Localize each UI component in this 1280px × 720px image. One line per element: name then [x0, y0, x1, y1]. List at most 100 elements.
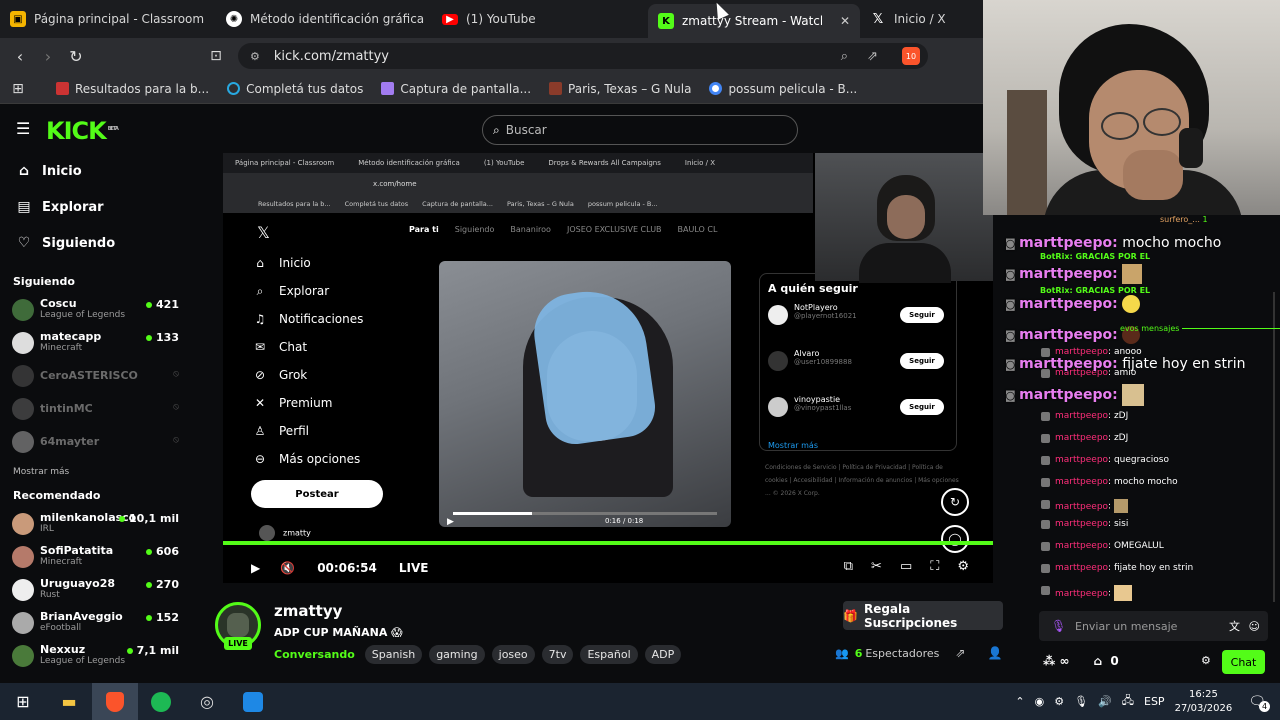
channel-tintinmc[interactable]: tintinMC ⦸ [0, 393, 193, 426]
pip-icon[interactable]: ⧉ [844, 559, 853, 574]
settings-icon[interactable]: ⚙ [957, 559, 969, 574]
kick-logo[interactable]: KICK BETA [46, 117, 119, 145]
apps-grid-icon[interactable]: ⊞ [0, 81, 36, 97]
gift-subs-button[interactable]: 🎁 Regala Suscripciones [843, 601, 1003, 630]
tag-chip[interactable]: 7tv [541, 645, 574, 664]
streamer-name[interactable]: zmattyy [274, 602, 342, 620]
channel-nexxuz[interactable]: Nexxuz League of Legends 7,1 mil [0, 640, 193, 673]
send-chat-button[interactable]: Chat [1222, 650, 1265, 674]
tag-chip[interactable]: joseo [491, 645, 535, 664]
chat-message: marttpeepo: zDJ [1041, 433, 1128, 443]
channel-matecapp[interactable]: matecapp Minecraft 133 [0, 327, 193, 360]
chat-settings-icon[interactable]: ⚙ [1201, 654, 1211, 667]
channel-sofipatatita[interactable]: SofiPatatita Minecraft 606 [0, 541, 193, 574]
sidebar-item-inicio[interactable]: ⌂ Inicio [0, 153, 193, 189]
steam-icon[interactable]: ⚙ [1054, 695, 1064, 708]
tab-classroom[interactable]: ▣ Página principal - Classroom [0, 0, 216, 38]
spotify-icon[interactable] [138, 683, 184, 720]
chat-user[interactable]: marttpeepo [1055, 433, 1108, 443]
discord-icon[interactable]: ◉ [1035, 695, 1045, 708]
clip-icon[interactable]: ✂ [871, 559, 882, 574]
chat-user[interactable]: marttpeepo [1055, 563, 1108, 573]
tab-x[interactable]: 𝕏 Inicio / X [860, 0, 980, 38]
close-tab-icon[interactable]: ✕ [840, 14, 850, 28]
play-icon[interactable]: ▶ [251, 561, 260, 575]
overlay-user: marttpeepo: [1019, 327, 1118, 343]
chat-scrollbar[interactable] [1273, 292, 1275, 602]
mute-icon[interactable]: 🔇 [280, 561, 295, 575]
site-settings-icon[interactable]: ⚙ [250, 50, 260, 63]
bookmark-item[interactable]: Captura de pantalla... [381, 82, 531, 96]
share-icon[interactable]: ⇗ [955, 646, 965, 660]
channel-coscu[interactable]: Coscu League of Legends 421 [0, 294, 193, 327]
mic-icon[interactable]: 🎙 [1051, 619, 1066, 633]
tab-chatgpt[interactable]: ✺ Método identificación gráfica [216, 0, 432, 38]
search-placeholder: Buscar [505, 123, 547, 137]
chat-user[interactable]: marttpeepo [1055, 541, 1108, 551]
channel-points-icon[interactable]: ⌂ [1094, 654, 1103, 668]
theater-icon[interactable]: ▭ [900, 559, 912, 574]
channel-name: tintinMC [40, 402, 93, 415]
tag-chip[interactable]: Spanish [364, 645, 423, 664]
snipping-tool-icon[interactable] [230, 683, 276, 720]
chevron-up-icon[interactable]: ⌃ [1015, 695, 1024, 708]
bookmark-item[interactable]: possum pelicula - B... [709, 82, 857, 96]
face-shape [887, 195, 925, 239]
overlay-text: BotRix: GRACIAS POR EL [1040, 252, 1151, 261]
share-icon[interactable]: ⇗ [867, 49, 878, 64]
chat-user[interactable]: marttpeepo [1055, 519, 1108, 529]
channel-64mayter[interactable]: 64mayter ⦸ [0, 426, 193, 459]
avatar [12, 365, 34, 387]
tag-chip[interactable]: gaming [429, 645, 485, 664]
sidebar-item-siguiendo[interactable]: ♡ Siguiendo [0, 225, 193, 261]
brave-shield-icon[interactable]: 10 [902, 47, 920, 65]
url-field[interactable]: ⚙ kick.com/zmattyy ⌕ ⇗ 10 [238, 43, 928, 69]
obs-icon[interactable]: ◎ [184, 683, 230, 720]
bookmark-item[interactable]: Paris, Texas – G Nula [549, 82, 691, 96]
network-icon[interactable]: 🖧 [1122, 692, 1134, 711]
back-icon[interactable]: ‹ [6, 47, 34, 66]
tag-chip[interactable]: ADP [644, 645, 682, 664]
chat-input[interactable]: 🎙 Enviar un mensaje 文 ☺ [1039, 611, 1268, 641]
chat-user[interactable]: marttpeepo [1055, 411, 1108, 421]
channel-uruguayo28[interactable]: Uruguayo28 Rust 270 [0, 574, 193, 607]
chat-user[interactable]: marttpeepo [1055, 589, 1108, 599]
bookmark-item[interactable]: Resultados para la b... [56, 82, 209, 96]
chat-user[interactable]: marttpeepo [1055, 477, 1108, 487]
channel-milenkanolasco[interactable]: milenkanolasco IRL 10,1 mil [0, 508, 193, 541]
video-player[interactable]: Página principal - Classroom Método iden… [223, 153, 993, 583]
file-explorer-icon[interactable]: ▬ [46, 683, 92, 720]
mic-icon[interactable]: 🎙 [1074, 695, 1088, 708]
tag-chip[interactable]: Español [580, 645, 638, 664]
tab-kick[interactable]: K zmattyy Stream - Watch Live on Kick ✕ [648, 4, 860, 38]
zoom-icon[interactable]: ⌕ [841, 49, 848, 64]
menu-icon[interactable]: ☰ [16, 119, 30, 138]
x-feed-tab: Siguiendo [454, 225, 495, 234]
emoji-icon[interactable]: ☺ [1249, 620, 1260, 633]
bookmark-icon[interactable]: ⊡ [202, 48, 230, 64]
tab-youtube[interactable]: ▶ (1) YouTube [432, 0, 648, 38]
reload-icon[interactable]: ↻ [62, 47, 90, 66]
search-input[interactable]: ⌕ Buscar [482, 115, 798, 145]
stream-progress-bar[interactable] [223, 541, 993, 545]
clock[interactable]: 16:25 27/03/2026 [1175, 688, 1233, 716]
category-link[interactable]: Conversando [274, 648, 355, 661]
forward-icon[interactable]: › [34, 47, 62, 66]
sidebar-item-explorar[interactable]: ▤ Explorar [0, 189, 193, 225]
chat-user[interactable]: marttpeepo [1055, 502, 1108, 512]
notification-icon[interactable]: 🗨 4 [1248, 694, 1270, 712]
users-infinity-icon[interactable]: ⁂ ∞ [1043, 654, 1069, 668]
show-more-link[interactable]: Mostrar más [0, 459, 193, 483]
channel-brianaveggio[interactable]: BrianAveggio eFootball 152 [0, 607, 193, 640]
windows-start-icon[interactable]: ⊞ [0, 683, 46, 720]
x-icon: 𝕏 [872, 11, 884, 27]
fullscreen-icon[interactable]: ⛶ [930, 559, 939, 574]
chat-user[interactable]: marttpeepo [1055, 455, 1108, 465]
follow-user-icon[interactable]: 👤 [987, 646, 1002, 660]
volume-icon[interactable]: 🔊 [1098, 695, 1112, 708]
language-indicator[interactable]: ESP [1144, 695, 1165, 708]
brave-browser-icon[interactable] [92, 683, 138, 720]
channel-ceroasterisco[interactable]: CeroASTERISCO ⦸ [0, 360, 193, 393]
translate-icon[interactable]: 文 [1229, 618, 1240, 634]
bookmark-item[interactable]: Completá tus datos [227, 82, 363, 96]
